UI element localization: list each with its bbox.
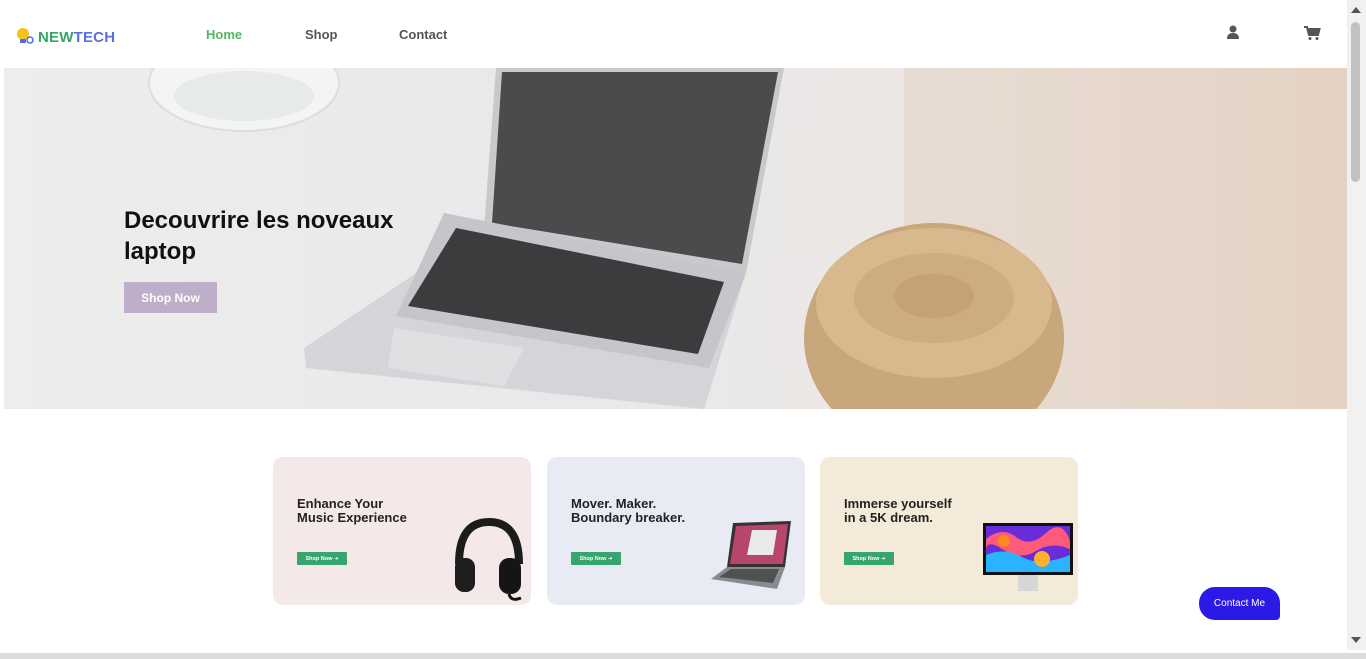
scrollbar-thumb[interactable]	[1351, 22, 1360, 182]
hero-shop-now-button[interactable]: Shop Now	[124, 282, 217, 313]
promo-card-headphones[interactable]: Enhance Your Music Experience Shop Now ➜	[273, 457, 531, 605]
nav-contact[interactable]: Contact	[399, 27, 447, 42]
laptop-image	[711, 521, 791, 589]
site-header: NEWTECH Home Shop Contact	[4, 0, 1347, 68]
nav-shop[interactable]: Shop	[305, 27, 399, 42]
logo-text: NEWTECH	[38, 28, 116, 46]
cart-icon[interactable]	[1303, 24, 1321, 42]
contact-me-button[interactable]: Contact Me	[1199, 587, 1280, 620]
user-icon[interactable]	[1224, 24, 1242, 42]
card-title: Enhance Your Music Experience	[297, 496, 407, 525]
bottom-edge	[0, 653, 1366, 659]
headphones-image	[455, 517, 523, 601]
nav-home[interactable]: Home	[206, 27, 305, 42]
card-shop-now-button[interactable]: Shop Now ➜	[844, 552, 894, 565]
vertical-scrollbar[interactable]	[1347, 0, 1366, 650]
card-title: Immerse yourself in a 5K dream.	[844, 496, 952, 525]
card-shop-now-button[interactable]: Shop Now ➜	[297, 552, 347, 565]
monitor-image	[983, 523, 1073, 591]
main-nav: Home Shop Contact	[206, 27, 447, 42]
hero-banner: Decouvrire les noveaux laptop Shop Now	[4, 68, 1347, 409]
promo-card-laptop[interactable]: Mover. Maker. Boundary breaker. Shop Now …	[547, 457, 805, 605]
scroll-up-icon[interactable]	[1351, 7, 1361, 13]
card-title: Mover. Maker. Boundary breaker.	[571, 496, 686, 525]
promo-card-monitor[interactable]: Immerse yourself in a 5K dream. Shop Now …	[820, 457, 1078, 605]
bulb-logo-icon	[17, 28, 34, 44]
scroll-down-icon[interactable]	[1351, 637, 1361, 643]
logo[interactable]: NEWTECH	[16, 27, 115, 47]
card-shop-now-button[interactable]: Shop Now ➜	[571, 552, 621, 565]
hero-title: Decouvrire les noveaux laptop	[124, 207, 394, 265]
